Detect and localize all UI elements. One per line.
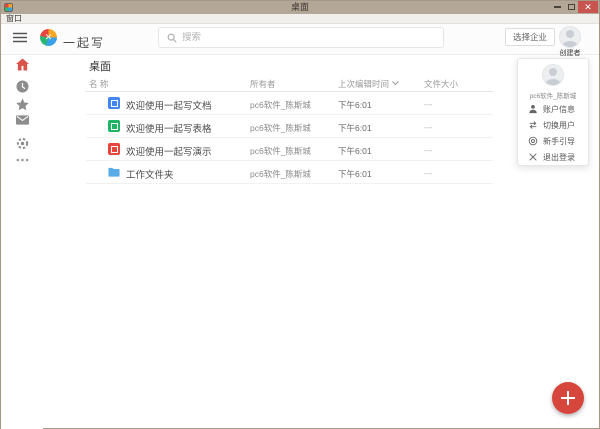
close-x-icon [528, 152, 538, 162]
search-input[interactable] [182, 32, 422, 43]
file-owner: pc6软件_陈斯城 [250, 122, 311, 134]
menu-window[interactable]: 窗口 [6, 14, 22, 24]
file-name: 欢迎使用一起写文档 [126, 98, 212, 112]
sidebar-item-more-icon[interactable] [16, 157, 29, 163]
file-owner: pc6软件_陈斯城 [250, 145, 311, 157]
table-row-folder[interactable]: 工作文件夹 pc6软件_陈斯城 下午6:01 --- [86, 161, 493, 184]
minimize-button[interactable] [550, 1, 564, 13]
username: pc6软件_陈斯城 [518, 90, 588, 100]
column-header-owner: 所有者 [250, 78, 276, 90]
file-time: 下午6:01 [338, 122, 372, 134]
file-owner: pc6软件_陈斯城 [250, 99, 311, 111]
column-header-last-edited-label: 上次编辑时间 [338, 79, 389, 89]
sidebar-item-starred[interactable] [16, 98, 29, 111]
menu-item-label: 退出登录 [543, 152, 575, 163]
column-header-size: 文件大小 [424, 78, 458, 90]
app-name: 一起写 [63, 34, 105, 51]
maximize-button[interactable] [564, 1, 578, 13]
document-icon [108, 97, 120, 109]
app-window: 桌面 ✕ 窗口 ✕ 一起写 选择企业 创建者 [0, 0, 600, 429]
file-size: --- [424, 145, 433, 155]
presentation-icon [108, 143, 120, 155]
user-dropdown-menu: pc6软件_陈斯城 账户信息 切换用户 新手引导 [517, 58, 589, 166]
file-owner: pc6软件_陈斯城 [250, 168, 311, 180]
file-time: 下午6:01 [338, 99, 372, 111]
file-size: --- [424, 99, 433, 109]
file-table: 名 称 所有者 上次编辑时间 文件大小 欢迎使用一起写文档 pc6软件_陈斯城 … [86, 75, 493, 184]
table-row-spreadsheet[interactable]: 欢迎使用一起写表格 pc6软件_陈斯城 下午6:01 --- [86, 115, 493, 138]
sidebar [1, 55, 43, 429]
file-size: --- [424, 168, 433, 178]
avatar-role-badge: 创建者 [553, 48, 587, 58]
create-new-fab[interactable] [552, 382, 584, 414]
table-row-document[interactable]: 欢迎使用一起写文档 pc6软件_陈斯城 下午6:01 --- [86, 92, 493, 115]
menu-item-beginner-guide[interactable]: 新手引导 [518, 133, 588, 149]
file-time: 下午6:01 [338, 145, 372, 157]
sidebar-item-home[interactable] [16, 58, 29, 71]
file-name: 欢迎使用一起写演示 [126, 144, 212, 158]
column-header-name: 名 称 [89, 78, 108, 90]
sidebar-item-recent[interactable] [16, 80, 29, 93]
app-logo-icon: ✕ [40, 29, 57, 46]
sidebar-item-recycle-bin[interactable] [16, 137, 29, 150]
file-name: 工作文件夹 [126, 167, 174, 181]
sidebar-item-messages[interactable] [16, 115, 29, 125]
switch-arrows-icon [528, 120, 538, 130]
file-time: 下午6:01 [338, 168, 372, 180]
search-box[interactable] [158, 27, 444, 48]
guide-target-icon [528, 136, 538, 146]
file-name: 欢迎使用一起写表格 [126, 121, 212, 135]
menu-item-logout[interactable]: 退出登录 [518, 149, 588, 165]
file-size: --- [424, 122, 433, 132]
window-app-icon [4, 3, 13, 12]
titlebar: 桌面 ✕ [1, 1, 599, 14]
menu-item-label: 切换用户 [543, 120, 575, 131]
search-icon [167, 33, 177, 43]
menu-item-switch-user[interactable]: 切换用户 [518, 117, 588, 133]
hamburger-menu-icon[interactable] [13, 32, 27, 43]
table-header: 名 称 所有者 上次编辑时间 文件大小 [86, 75, 493, 92]
user-menu-avatar [542, 64, 564, 86]
sort-chevron-down-icon[interactable] [392, 81, 399, 86]
column-header-last-edited[interactable]: 上次编辑时间 [338, 78, 399, 90]
page-title: 桌面 [89, 58, 111, 74]
table-row-presentation[interactable]: 欢迎使用一起写演示 pc6软件_陈斯城 下午6:01 --- [86, 138, 493, 161]
spreadsheet-icon [108, 120, 120, 132]
menu-item-label: 账户信息 [543, 104, 575, 115]
menu-item-account-info[interactable]: 账户信息 [518, 101, 588, 117]
user-avatar[interactable] [559, 26, 581, 48]
menu-item-label: 新手引导 [543, 136, 575, 147]
window-title: 桌面 [1, 1, 599, 14]
select-enterprise-button[interactable]: 选择企业 [505, 28, 555, 46]
close-button[interactable]: ✕ [578, 1, 598, 13]
person-icon [528, 104, 538, 114]
folder-icon [108, 166, 120, 178]
menubar: 窗口 [1, 14, 599, 24]
